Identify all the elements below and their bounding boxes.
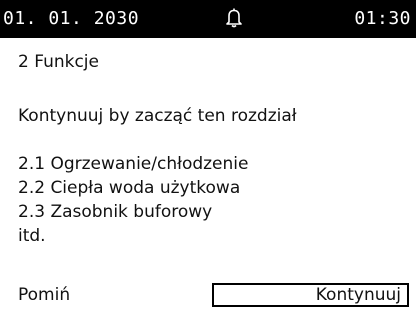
list-item-buffer-tank: 2.3 Zasobnik buforowy [18,202,213,222]
status-time: 01:30 [354,8,411,29]
list-item-hot-water: 2.2 Ciepła woda użytkowa [18,178,241,198]
list-item-etc: itd. [18,226,46,246]
continue-button[interactable]: Kontynuuj [212,283,409,307]
skip-button[interactable]: Pomiń [18,285,70,305]
instruction-text: Kontynuuj by zacząć ten rozdział [18,106,297,126]
section-title: 2 Funkcje [18,52,99,72]
status-bar: 01. 01. 2030 01:30 [0,0,416,38]
display-screen: 01. 01. 2030 01:30 2 Funkcje Kontynuuj b… [0,0,416,310]
bell-icon [226,8,242,28]
list-item-heating-cooling: 2.1 Ogrzewanie/chłodzenie [18,154,249,174]
status-date: 01. 01. 2030 [3,8,140,29]
